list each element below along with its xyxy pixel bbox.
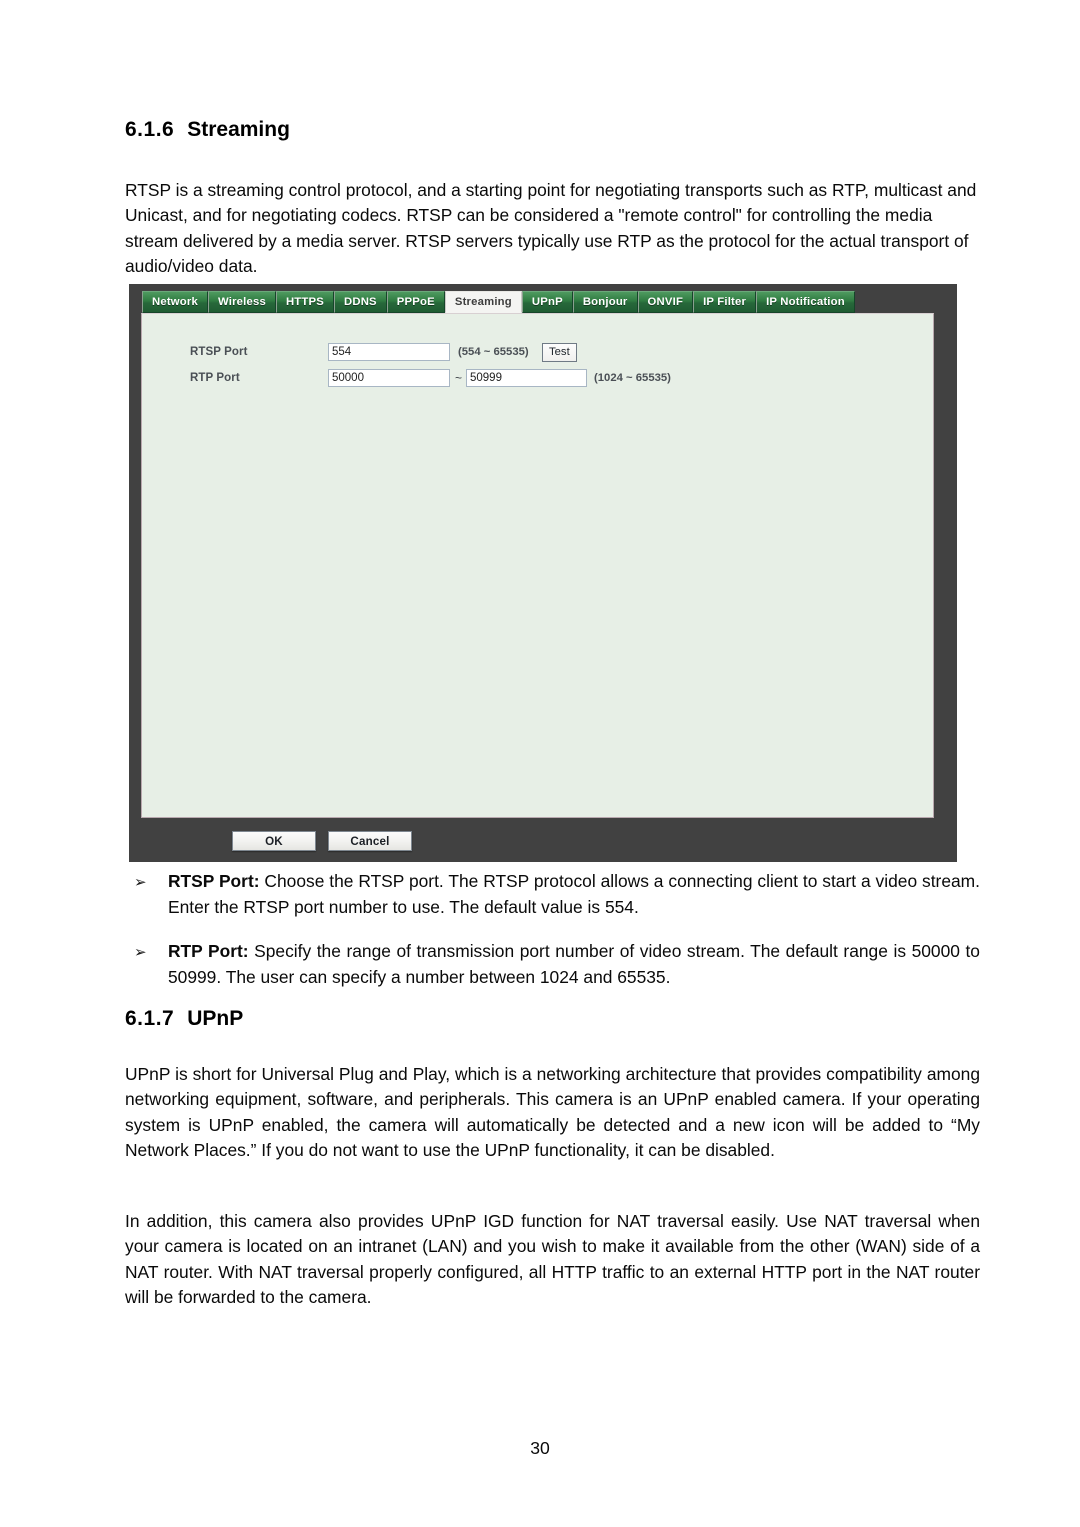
streaming-intro-paragraph: RTSP is a streaming control protocol, an… (125, 178, 980, 280)
tab-wireless[interactable]: Wireless (207, 291, 276, 313)
bullet-rtp-port: ➢ RTP Port: Specify the range of transmi… (125, 939, 980, 990)
tab-upnp[interactable]: UPnP (521, 291, 573, 313)
cancel-button[interactable]: Cancel (328, 831, 412, 851)
bullet-text-rtsp: Choose the RTSP port. The RTSP protocol … (168, 871, 980, 917)
camera-settings-screenshot: Network Wireless HTTPS DDNS PPPoE Stream… (129, 284, 957, 862)
tab-pppoe[interactable]: PPPoE (386, 291, 445, 313)
page-title-streaming: 6.1.6 Streaming (125, 118, 980, 141)
rtsp-port-range-note: (554 ~ 65535) (458, 346, 529, 358)
bullet-arrow-icon: ➢ (134, 874, 147, 891)
document-page: 6.1.6 Streaming RTSP is a streaming contr… (0, 0, 1080, 1527)
rtp-port-label: RTP Port (190, 372, 240, 384)
paragraph-text: RTSP is a streaming control protocol, an… (125, 180, 977, 277)
ok-button[interactable]: OK (232, 831, 316, 851)
section-title-upnp: UPnP (187, 1007, 244, 1030)
screenshot-footer-bar: OK Cancel (129, 822, 957, 860)
paragraph-text: UPnP is short for Universal Plug and Pla… (125, 1064, 980, 1161)
rtp-port-start-input[interactable] (328, 369, 450, 387)
page-number: 30 (530, 1438, 550, 1458)
bullet-text-rtp: Specify the range of transmission port n… (168, 941, 980, 987)
screenshot-frame: Network Wireless HTTPS DDNS PPPoE Stream… (129, 284, 957, 862)
rtp-port-range-note: (1024 ~ 65535) (594, 372, 671, 384)
bullet-term-rtp: RTP Port: (168, 941, 249, 961)
tab-network[interactable]: Network (142, 291, 208, 313)
section-number-upnp: 6.1.7 (125, 1007, 175, 1030)
tab-bonjour[interactable]: Bonjour (572, 291, 638, 313)
bullet-arrow-icon: ➢ (134, 944, 147, 961)
rtp-port-row: RTP Port ~ (1024 ~ 65535) (142, 367, 933, 389)
rtp-port-end-input[interactable] (466, 369, 587, 387)
section-streaming: 6.1.6 Streaming (125, 118, 980, 141)
streaming-settings-panel: RTSP Port (554 ~ 65535) Test RTP Port ~ … (141, 313, 934, 818)
tab-streaming[interactable]: Streaming (444, 291, 522, 313)
page-title-upnp: 6.1.7 UPnP (125, 1007, 980, 1030)
upnp-paragraph-1: UPnP is short for Universal Plug and Pla… (125, 1062, 980, 1164)
bullet-term-rtsp: RTSP Port: (168, 871, 260, 891)
rtsp-port-row: RTSP Port (554 ~ 65535) Test (142, 341, 933, 363)
bullet-rtsp-port: ➢ RTSP Port: Choose the RTSP port. The R… (125, 869, 980, 920)
rtsp-port-label: RTSP Port (190, 346, 248, 358)
settings-tab-bar: Network Wireless HTTPS DDNS PPPoE Stream… (142, 291, 855, 313)
section-title-streaming: Streaming (187, 118, 290, 141)
tab-ip-notification[interactable]: IP Notification (756, 291, 855, 313)
tab-ip-filter[interactable]: IP Filter (693, 291, 757, 313)
section-number-streaming: 6.1.6 (125, 118, 175, 141)
paragraph-text: In addition, this camera also provides U… (125, 1211, 980, 1308)
section-upnp: 6.1.7 UPnP (125, 1007, 980, 1030)
tab-ddns[interactable]: DDNS (333, 291, 387, 313)
tab-onvif[interactable]: ONVIF (637, 291, 694, 313)
upnp-paragraph-2: In addition, this camera also provides U… (125, 1209, 980, 1311)
tab-https[interactable]: HTTPS (275, 291, 334, 313)
rtsp-port-input[interactable] (328, 343, 450, 361)
rtsp-test-button[interactable]: Test (542, 342, 577, 362)
rtp-port-range-separator: ~ (455, 371, 463, 385)
